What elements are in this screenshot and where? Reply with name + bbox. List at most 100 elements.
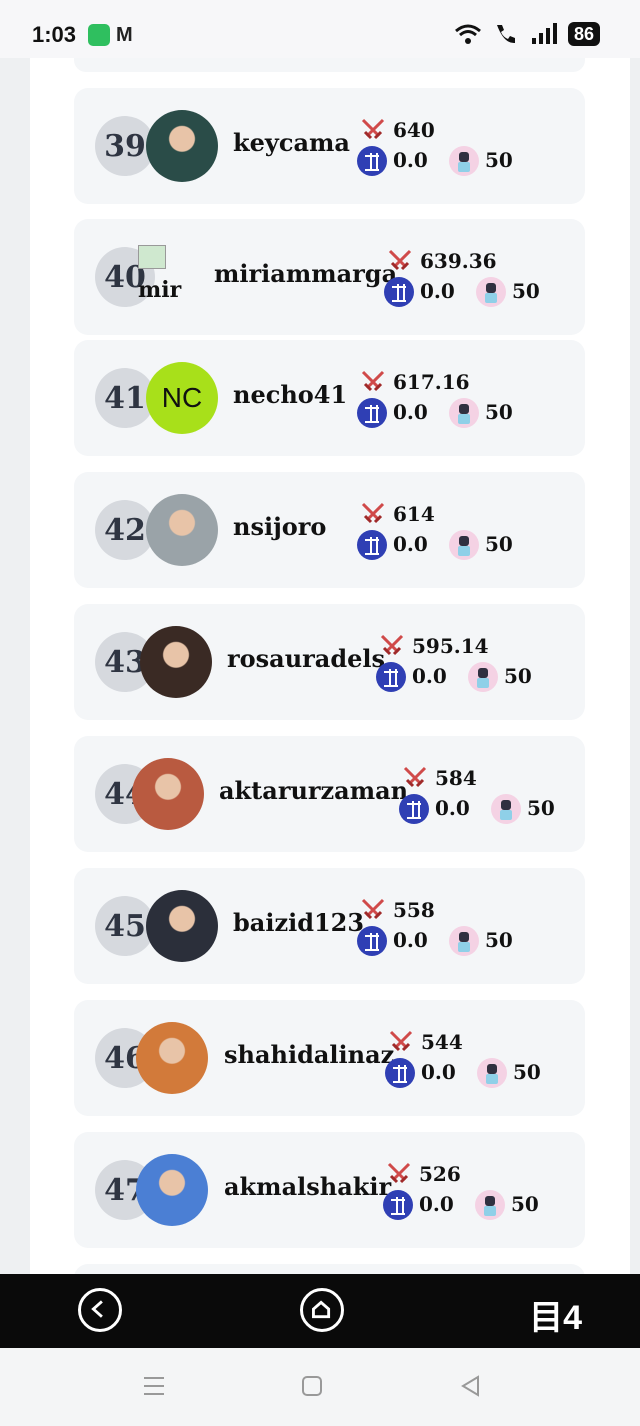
power-score: 558 <box>393 898 435 922</box>
power-score: 639.36 <box>420 249 497 273</box>
crossed-swords-icon <box>359 500 387 528</box>
username[interactable]: necho41 <box>233 380 347 409</box>
steem-value: 0.0 <box>419 1192 454 1216</box>
steem-value: 0.0 <box>393 532 428 556</box>
username[interactable]: baizid123 <box>233 908 364 937</box>
leaderboard-row[interactable]: 44 aktarurzaman 584 0.0 50 <box>74 736 585 852</box>
username[interactable]: nsijoro <box>233 512 326 541</box>
wifi-icon <box>455 24 481 44</box>
power-score: 617.16 <box>393 370 470 394</box>
crossed-swords-icon <box>359 896 387 924</box>
crossed-swords-icon <box>378 632 406 660</box>
avatar-initials: NC <box>161 382 203 413</box>
steem-icon <box>357 926 387 956</box>
app-notification-icon <box>88 24 110 46</box>
steem-icon <box>357 146 387 176</box>
bottom-nav-bar: 目4 <box>0 1274 640 1348</box>
leaderboard-row[interactable]: 40 mir miriammarga 639.36 0.0 50 <box>74 219 585 335</box>
system-back-icon[interactable] <box>458 1374 482 1398</box>
avatar[interactable] <box>136 1022 208 1094</box>
crossed-swords-icon <box>359 368 387 396</box>
home-button[interactable] <box>300 1288 344 1332</box>
leaderboard-list[interactable]: 39 keycama 640 0.0 50 40 mir miriammarga 639.36 0… <box>30 58 630 1274</box>
leaderboard-row[interactable]: 47 akmalshakir 526 0.0 50 <box>74 1132 585 1248</box>
power-score: 614 <box>393 502 435 526</box>
list-item-partial <box>74 1264 585 1274</box>
username[interactable]: akmalshakir <box>224 1172 391 1201</box>
leaderboard-row[interactable]: 39 keycama 640 0.0 50 <box>74 88 585 204</box>
broken-image-icon <box>138 245 166 269</box>
steem-value: 0.0 <box>393 400 428 424</box>
avatar[interactable] <box>146 494 218 566</box>
system-navigation-bar <box>0 1348 640 1426</box>
chevron-left-icon <box>91 1300 103 1318</box>
steem-icon <box>385 1058 415 1088</box>
character-stat: 50 <box>485 148 513 172</box>
signal-icon <box>531 23 557 44</box>
crossed-swords-icon <box>385 1160 413 1188</box>
steem-icon <box>357 398 387 428</box>
character-stat: 50 <box>485 532 513 556</box>
steem-icon <box>384 277 414 307</box>
character-stat: 50 <box>512 279 540 303</box>
status-bar: 1:03 M 86 <box>0 0 640 58</box>
character-stat: 50 <box>504 664 532 688</box>
avatar-alt-text: mir <box>138 277 182 303</box>
character-stat: 50 <box>511 1192 539 1216</box>
character-stat: 50 <box>485 928 513 952</box>
leaderboard-row[interactable]: 42 nsijoro 614 0.0 50 <box>74 472 585 588</box>
steem-icon <box>376 662 406 692</box>
steem-value: 0.0 <box>412 664 447 688</box>
power-score: 584 <box>435 766 477 790</box>
character-icon <box>449 926 479 956</box>
home-icon <box>312 1300 331 1319</box>
steem-value: 0.0 <box>435 796 470 820</box>
power-score: 526 <box>419 1162 461 1186</box>
leaderboard-row[interactable]: 43 rosauradels 595.14 0.0 50 <box>74 604 585 720</box>
crossed-swords-icon <box>359 116 387 144</box>
character-stat: 50 <box>513 1060 541 1084</box>
character-icon <box>476 277 506 307</box>
power-score: 640 <box>393 118 435 142</box>
avatar[interactable] <box>136 1154 208 1226</box>
crossed-swords-icon <box>401 764 429 792</box>
steem-value: 0.0 <box>420 279 455 303</box>
character-stat: 50 <box>527 796 555 820</box>
steem-value: 0.0 <box>393 148 428 172</box>
battery-indicator: 86 <box>567 22 600 46</box>
avatar[interactable]: NC <box>146 362 218 434</box>
avatar[interactable] <box>140 626 212 698</box>
username[interactable]: aktarurzaman <box>219 776 408 805</box>
character-icon <box>449 146 479 176</box>
steem-icon <box>383 1190 413 1220</box>
character-icon <box>475 1190 505 1220</box>
avatar[interactable] <box>146 110 218 182</box>
avatar[interactable]: mir <box>136 241 208 313</box>
steem-value: 0.0 <box>421 1060 456 1084</box>
steem-icon <box>357 530 387 560</box>
avatar[interactable] <box>132 758 204 830</box>
back-button[interactable] <box>78 1288 122 1332</box>
status-time: 1:03 <box>32 22 77 47</box>
system-home-icon[interactable] <box>300 1374 324 1398</box>
crossed-swords-icon <box>387 1028 415 1056</box>
recent-apps-icon[interactable] <box>142 1374 166 1398</box>
character-icon <box>468 662 498 692</box>
character-icon <box>449 398 479 428</box>
list-item-partial <box>74 58 585 72</box>
username[interactable]: shahidalinaz <box>224 1040 394 1069</box>
username[interactable]: miriammarga <box>214 259 397 288</box>
avatar[interactable] <box>146 890 218 962</box>
steem-icon <box>399 794 429 824</box>
wifi-call-icon <box>496 25 515 44</box>
app-brand-logo[interactable]: 目4 <box>529 1290 582 1339</box>
leaderboard-row[interactable]: 41 NC necho41 617.16 0.0 50 <box>74 340 585 456</box>
power-score: 595.14 <box>412 634 489 658</box>
gmail-icon: M <box>116 24 133 46</box>
character-icon <box>491 794 521 824</box>
leaderboard-row[interactable]: 45 baizid123 558 0.0 50 <box>74 868 585 984</box>
username[interactable]: keycama <box>233 128 350 157</box>
crossed-swords-icon <box>386 247 414 275</box>
username[interactable]: rosauradels <box>227 644 385 673</box>
leaderboard-row[interactable]: 46 shahidalinaz 544 0.0 50 <box>74 1000 585 1116</box>
